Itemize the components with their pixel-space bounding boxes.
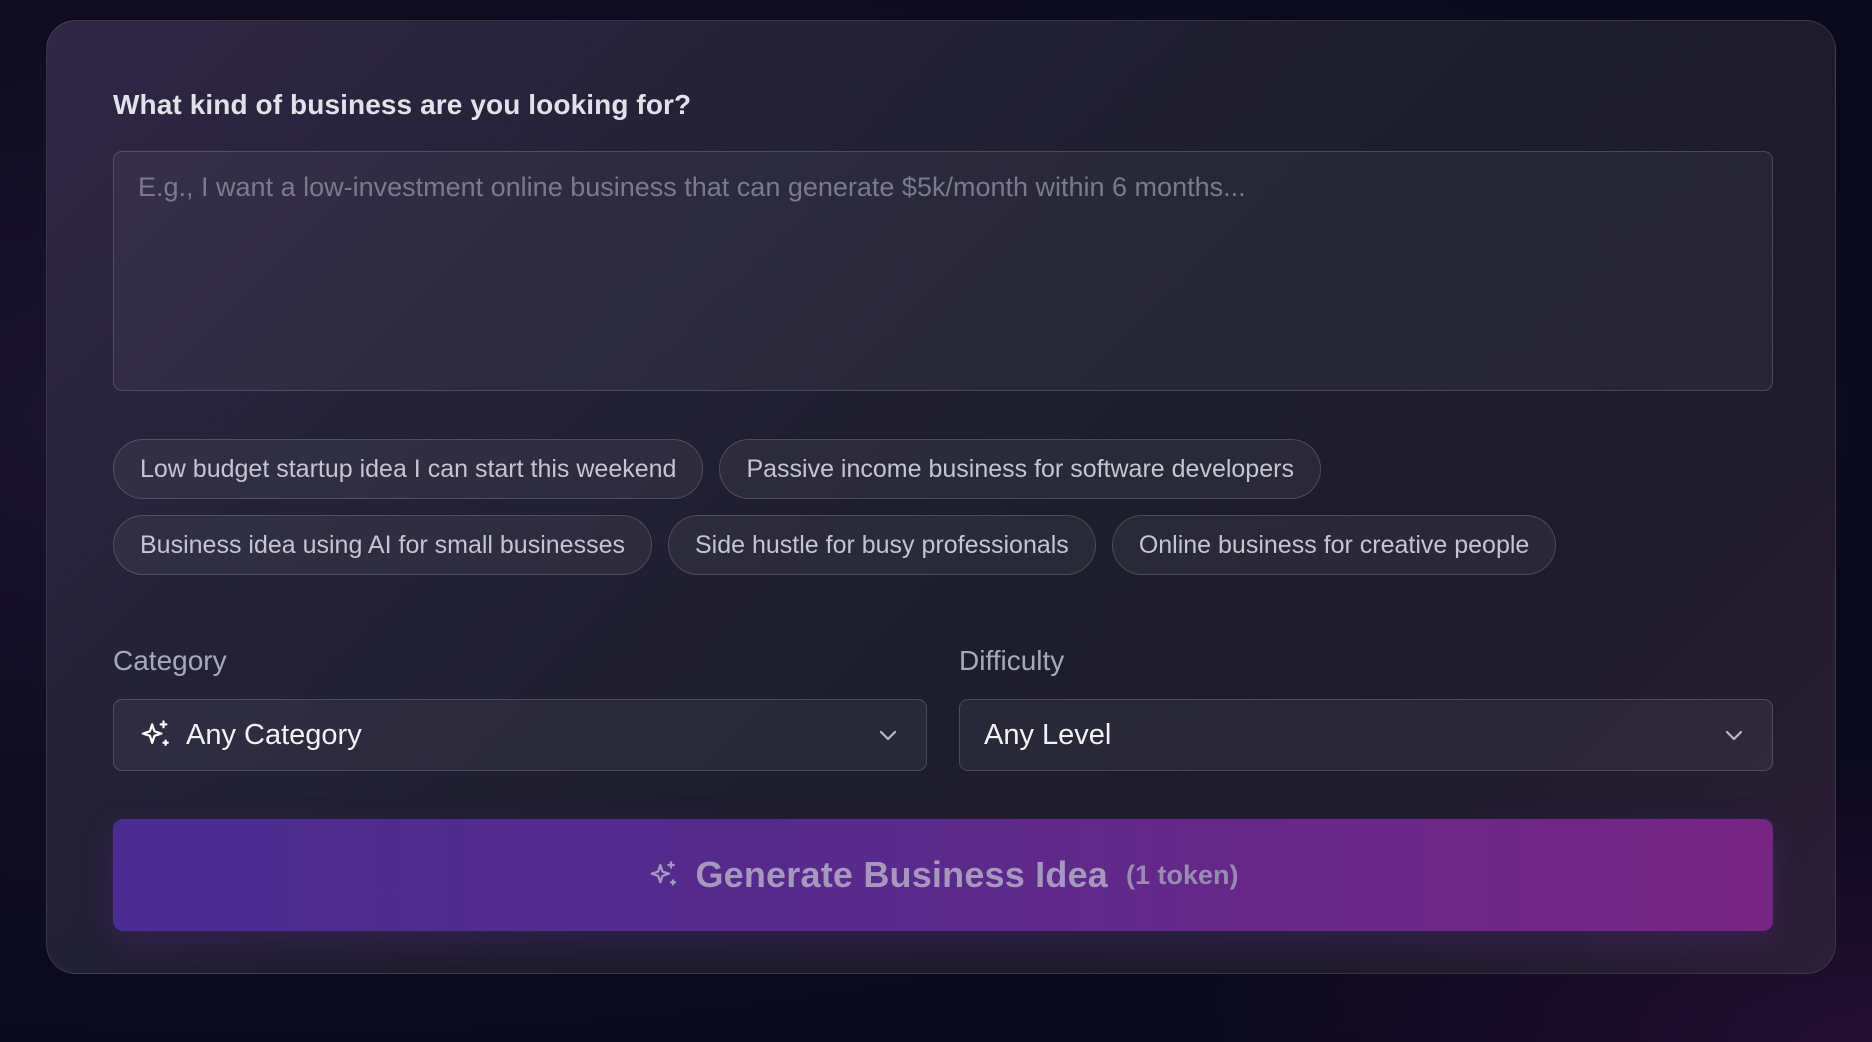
difficulty-label: Difficulty bbox=[959, 645, 1065, 676]
generate-button-label: Generate Business Idea bbox=[695, 854, 1109, 895]
suggestion-chip-ai-small-business[interactable]: Business idea using AI for small busines… bbox=[113, 515, 652, 575]
suggestion-chip-low-budget[interactable]: Low budget startup idea I can start this… bbox=[113, 439, 704, 499]
category-selected-value: Any Category bbox=[186, 718, 362, 751]
generate-business-idea-button[interactable]: Generate Business Idea (1 token) bbox=[113, 819, 1773, 931]
difficulty-selected-value: Any Level bbox=[984, 718, 1112, 751]
category-label: Category bbox=[113, 645, 227, 676]
token-cost: (1 token) bbox=[1126, 859, 1239, 890]
suggestion-chip-creative-people[interactable]: Online business for creative people bbox=[1111, 515, 1557, 575]
suggestion-chip-passive-income[interactable]: Passive income business for software dev… bbox=[719, 439, 1321, 499]
suggestion-chip-row: Business idea using AI for small busines… bbox=[113, 515, 1793, 575]
business-idea-form-card: What kind of business are you looking fo… bbox=[46, 20, 1836, 974]
business-prompt-textarea[interactable] bbox=[113, 151, 1773, 391]
chevron-down-icon bbox=[874, 721, 902, 749]
suggestion-chip-row: Low budget startup idea I can start this… bbox=[113, 439, 1793, 499]
sparkles-icon bbox=[138, 718, 172, 752]
chevron-down-icon bbox=[1720, 721, 1748, 749]
question-label: What kind of business are you looking fo… bbox=[113, 89, 692, 120]
sparkles-icon bbox=[647, 859, 679, 891]
suggestion-chip-side-hustle[interactable]: Side hustle for busy professionals bbox=[667, 515, 1096, 575]
difficulty-select[interactable]: Any Level bbox=[959, 699, 1773, 771]
suggestion-chips: Low budget startup idea I can start this… bbox=[113, 439, 1793, 591]
category-select[interactable]: Any Category bbox=[113, 699, 927, 771]
